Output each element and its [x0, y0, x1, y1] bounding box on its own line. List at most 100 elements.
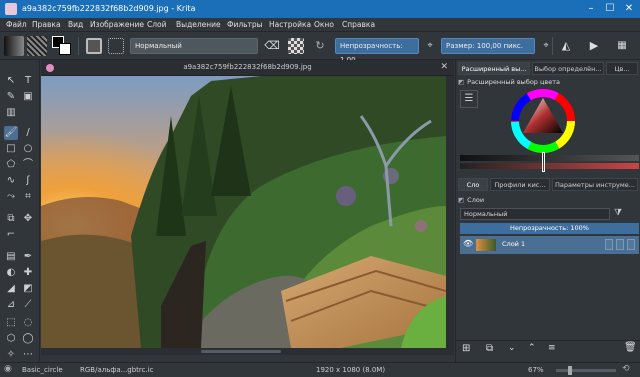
tab-specific-color[interactable]: Выбор определён...: [532, 62, 604, 75]
layer-lock-icon[interactable]: [627, 239, 635, 250]
duplicate-layer-icon[interactable]: ⧉: [486, 343, 493, 354]
multibrush-icon[interactable]: ▥: [4, 106, 18, 120]
layers-float-icon[interactable]: ◩: [458, 196, 464, 204]
text-tool-icon[interactable]: T: [21, 74, 35, 88]
magic-wand-icon[interactable]: ✧: [4, 348, 18, 362]
tab-advanced-color[interactable]: Расширенный вы...: [458, 62, 530, 75]
menu-window[interactable]: Окно: [314, 20, 334, 29]
similar-select-icon[interactable]: ⋯: [21, 348, 35, 362]
ellipse-tool-icon[interactable]: ○: [21, 142, 35, 156]
layer-filter-icon[interactable]: ⧩: [614, 208, 622, 218]
brush-size-slider[interactable]: Размер: 100,00 пикс.: [441, 38, 535, 54]
measure-tool-icon[interactable]: ⟋: [21, 298, 35, 312]
menu-file[interactable]: Файл: [6, 20, 27, 29]
horizontal-scroll-thumb[interactable]: [201, 350, 281, 353]
zoom-slider-handle[interactable]: [568, 366, 572, 375]
canvas[interactable]: [41, 76, 446, 348]
rotate-canvas-icon[interactable]: ⟲: [622, 364, 630, 374]
crop-tool-icon[interactable]: ⌗: [21, 190, 35, 204]
dynamic-brush-icon[interactable]: ⤳: [4, 190, 18, 204]
pattern-preset-icon[interactable]: [27, 36, 47, 56]
tab-layers[interactable]: Сло: [458, 178, 488, 191]
value-slider[interactable]: [460, 155, 639, 161]
color-settings-icon[interactable]: ☰: [460, 90, 478, 108]
minimize-icon[interactable]: –: [584, 3, 598, 15]
menu-layer[interactable]: Слой: [147, 20, 167, 29]
delete-layer-icon[interactable]: 🗑: [624, 342, 637, 353]
tab-brush-presets[interactable]: Профили кис...: [490, 178, 550, 191]
menu-edit[interactable]: Правка: [32, 20, 61, 29]
color-picker-icon[interactable]: ✒: [21, 250, 35, 264]
ellipse-select-icon[interactable]: ◌: [21, 316, 35, 330]
rect-select-icon[interactable]: ⬚: [4, 316, 18, 330]
menu-view[interactable]: Вид: [68, 20, 83, 29]
blend-mode-select[interactable]: Нормальный: [130, 38, 258, 54]
mirror-vertical-icon[interactable]: ▶: [586, 38, 602, 54]
saturation-slider[interactable]: [460, 163, 639, 169]
transform-tool-icon[interactable]: ⧉: [4, 212, 18, 226]
document-tab[interactable]: a9a382c759fb222832f68b2d909.jpg ✕: [41, 60, 454, 76]
gradient-preset-icon[interactable]: [4, 36, 24, 56]
freehand-path-icon[interactable]: ʃ: [21, 174, 35, 188]
polygon-tool-icon[interactable]: ⬠: [4, 158, 18, 172]
add-layer-icon[interactable]: ⊞: [462, 343, 470, 354]
opacity-lock-icon[interactable]: ⌖: [422, 38, 438, 54]
menu-settings[interactable]: Настройка: [269, 20, 311, 29]
opacity-slider[interactable]: Непрозрачность: 1,00: [335, 38, 419, 64]
slider-cursor[interactable]: [542, 152, 545, 172]
layer-inherit-alpha-icon[interactable]: [616, 239, 624, 250]
bezier-tool-icon[interactable]: ∿: [4, 174, 18, 188]
select-shapes-icon[interactable]: ↖: [4, 74, 18, 88]
smart-patch-icon[interactable]: ✚: [21, 266, 35, 280]
zoom-slider[interactable]: [556, 366, 616, 375]
layer-alpha-lock-icon[interactable]: [605, 239, 613, 250]
choose-brush-preset-icon[interactable]: [108, 38, 124, 54]
fill-tool-icon[interactable]: ◢: [4, 282, 18, 296]
colorize-mask-icon[interactable]: ◐: [4, 266, 18, 280]
eraser-mode-icon[interactable]: ⌫: [264, 38, 280, 54]
reload-preset-icon[interactable]: ↻: [312, 38, 328, 54]
menu-image[interactable]: Изображение: [90, 20, 144, 29]
tab-tool-options[interactable]: Параметры инструме...: [552, 178, 638, 191]
status-dimensions: 1920 x 1080 (8.0M): [316, 366, 386, 374]
crop-icon[interactable]: ⌐: [4, 228, 18, 242]
layer-properties-icon[interactable]: ≡: [548, 343, 556, 353]
assistant-tool-icon[interactable]: ⊿: [4, 298, 18, 312]
layers-blend-select[interactable]: Нормальный: [460, 208, 610, 220]
horizontal-scrollbar[interactable]: [41, 348, 454, 355]
layer-visibility-icon[interactable]: 👁: [463, 239, 473, 248]
color-wheel[interactable]: [510, 88, 576, 154]
gradient-tool-icon[interactable]: ▤: [4, 250, 18, 264]
polygon-select-icon[interactable]: ⬡: [4, 332, 18, 346]
panel-float-icon[interactable]: ◩: [458, 78, 464, 86]
move-tool-icon[interactable]: ✥: [21, 212, 35, 226]
move-layer-down-icon[interactable]: ⌄: [508, 343, 516, 353]
outline-select-icon[interactable]: ◯: [21, 332, 35, 346]
polyline-tool-icon[interactable]: ⌒: [21, 158, 35, 172]
edit-brush-settings-icon[interactable]: [86, 38, 102, 54]
vertical-scrollbar[interactable]: [446, 76, 454, 348]
menu-filters[interactable]: Фильтры: [227, 20, 263, 29]
close-document-icon[interactable]: ✕: [440, 62, 448, 72]
preserve-alpha-icon[interactable]: [288, 38, 304, 54]
layer-row[interactable]: 👁 Слой 1: [460, 236, 639, 254]
menu-select[interactable]: Выделение: [176, 20, 221, 29]
edit-shapes-icon[interactable]: ✎: [4, 90, 18, 104]
enclose-fill-icon[interactable]: ◩: [21, 282, 35, 296]
close-icon[interactable]: ✕: [622, 3, 636, 15]
status-colorspace: RGB/альфа...gbtrc.ic: [80, 366, 154, 374]
move-layer-up-icon[interactable]: ⌃: [528, 343, 536, 353]
line-tool-icon[interactable]: /: [21, 126, 35, 140]
fg-bg-color-icon[interactable]: [52, 36, 72, 56]
status-zoom: 67%: [528, 366, 544, 374]
krita-app-icon: [5, 3, 17, 15]
layers-opacity-slider[interactable]: Непрозрачность: 100%: [460, 223, 639, 234]
tab-color[interactable]: Цв...: [606, 62, 638, 75]
workspace-icon[interactable]: ▦: [614, 38, 630, 54]
freehand-brush-icon[interactable]: 🖌: [4, 126, 18, 140]
maximize-icon[interactable]: ☐: [603, 3, 617, 15]
mirror-horizontal-icon[interactable]: ◭: [558, 38, 574, 54]
rectangle-tool-icon[interactable]: □: [4, 142, 18, 156]
calligraphy-icon[interactable]: ▣: [21, 90, 35, 104]
menu-help[interactable]: Справка: [342, 20, 375, 29]
